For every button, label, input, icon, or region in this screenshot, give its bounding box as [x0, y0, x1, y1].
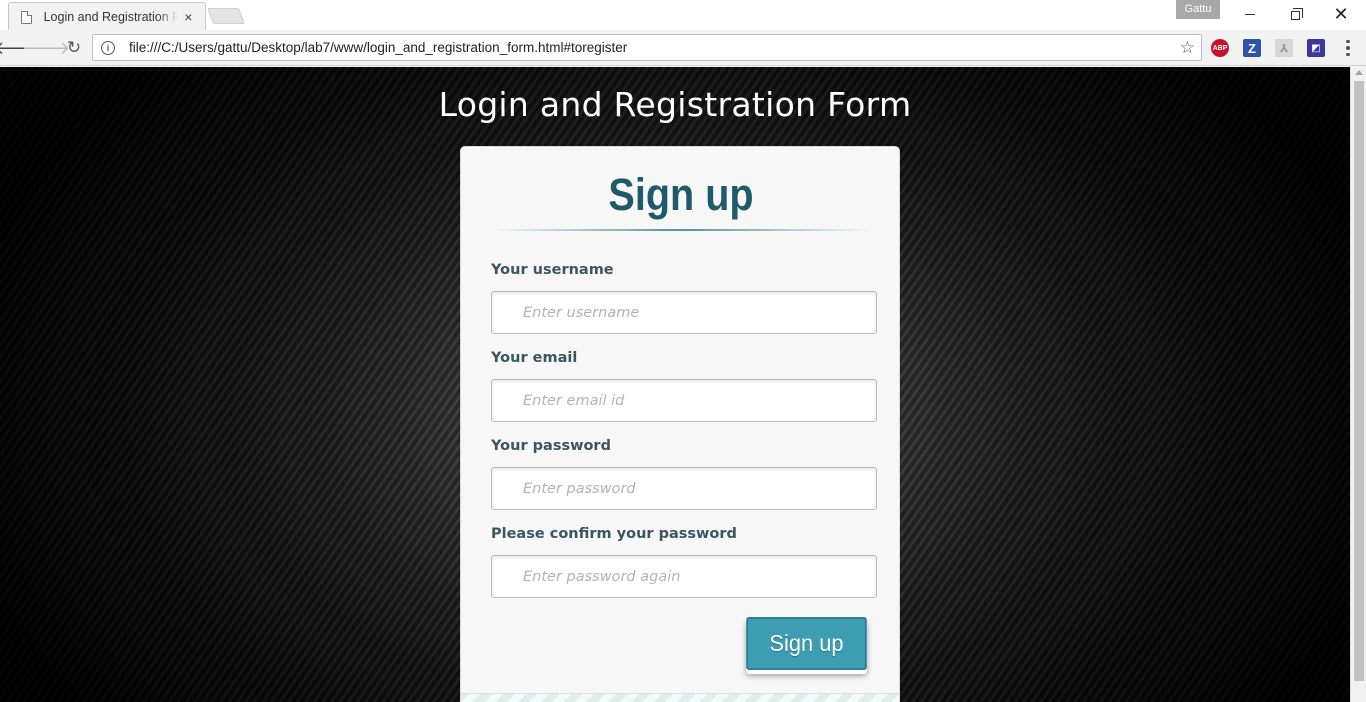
tab-title: Login and Registration Form: [43, 10, 178, 24]
form-title: Sign up: [608, 169, 754, 220]
new-tab-button[interactable]: [207, 8, 245, 24]
restore-icon: [1290, 7, 1303, 20]
password-label: Your password: [491, 438, 611, 454]
confirm-password-label: Please confirm your password: [491, 526, 737, 542]
vertical-scrollbar[interactable]: [1350, 67, 1366, 702]
scroll-thumb[interactable]: [1354, 81, 1364, 681]
browser-toolbar: 🡐 🡒 ↻ i file:///C:/Users/gattu/Desktop/l…: [0, 30, 1366, 66]
tab-strip: Login and Registration Form × Gattu ✕: [0, 0, 1366, 30]
scroll-up-arrow-icon[interactable]: [1355, 70, 1363, 75]
pdf-icon[interactable]: ⅄: [1275, 39, 1293, 57]
signup-button[interactable]: Sign up: [746, 617, 867, 670]
close-window-button[interactable]: ✕: [1318, 0, 1364, 28]
address-bar[interactable]: i file:///C:/Users/gattu/Desktop/lab7/ww…: [92, 34, 1202, 61]
zotero-icon[interactable]: Z: [1243, 39, 1261, 57]
minimize-icon: [1245, 13, 1255, 15]
restore-button[interactable]: [1272, 0, 1318, 28]
minimize-button[interactable]: [1227, 0, 1273, 28]
username-label: Your username: [491, 262, 614, 278]
email-label: Your email: [491, 350, 578, 366]
page-viewport: Login and Registration Form Sign up Your…: [0, 67, 1350, 702]
title-divider: [491, 229, 871, 231]
url-text[interactable]: file:///C:/Users/gattu/Desktop/lab7/www/…: [129, 40, 627, 55]
signup-form: Sign up Your username Your email Your pa…: [460, 146, 900, 702]
card-footer-stripe: [461, 693, 899, 702]
tab-close-icon[interactable]: ×: [182, 9, 195, 25]
browser-tab[interactable]: Login and Registration Form ×: [8, 2, 206, 30]
username-input[interactable]: [491, 291, 877, 334]
menu-dots-icon[interactable]: [1340, 38, 1356, 58]
page-title: Login and Registration Form: [438, 85, 912, 124]
password-input[interactable]: [491, 467, 877, 510]
email-input[interactable]: [491, 379, 877, 422]
page-icon: [21, 10, 32, 24]
bookmark-star-icon[interactable]: ☆: [1180, 38, 1195, 58]
forward-arrow-icon[interactable]: 🡒: [22, 36, 70, 60]
confirm-password-input[interactable]: [491, 555, 877, 598]
document-extension-icon[interactable]: ◩: [1307, 39, 1325, 57]
reload-icon[interactable]: ↻: [62, 36, 86, 60]
profile-badge[interactable]: Gattu: [1176, 0, 1220, 19]
adblock-plus-icon[interactable]: ABP: [1211, 39, 1229, 57]
info-icon[interactable]: i: [101, 40, 115, 55]
